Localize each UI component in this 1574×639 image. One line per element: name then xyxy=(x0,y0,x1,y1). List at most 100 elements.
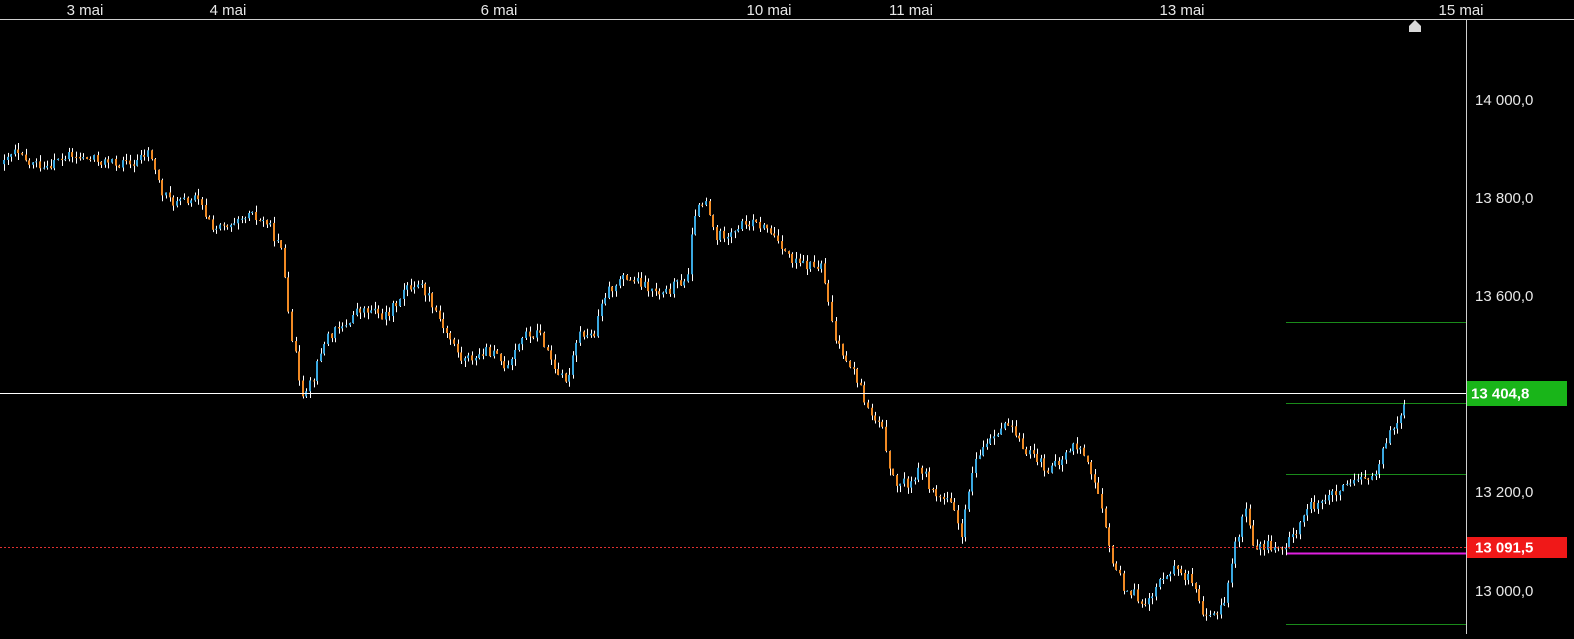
candle-body-373 xyxy=(1346,483,1348,485)
candlestick-chart[interactable]: 3 mai 4 mai 6 mai 10 mai 11 mai 13 mai 1… xyxy=(0,0,1574,634)
candle-body-69 xyxy=(251,211,253,214)
date-label-15-mai: 15 mai xyxy=(1438,2,1483,19)
candle-body-388 xyxy=(1400,415,1402,424)
candle-body-137 xyxy=(496,350,498,354)
candle-body-47 xyxy=(172,197,174,206)
candle-body-248 xyxy=(896,475,898,486)
candle-body-78 xyxy=(284,247,286,278)
candle-body-49 xyxy=(179,199,181,202)
candle-body-219 xyxy=(791,253,793,263)
candle-body-280 xyxy=(1011,425,1013,427)
candle-body-127 xyxy=(460,352,462,361)
candle-body-329 xyxy=(1187,573,1189,580)
candle-body-134 xyxy=(485,347,487,356)
candle-body-355 xyxy=(1281,548,1283,550)
candle-body-88 xyxy=(320,353,322,362)
candle-body-255 xyxy=(921,467,923,474)
candle-body-5 xyxy=(21,153,23,155)
candle-body-145 xyxy=(525,331,527,338)
candle-body-278 xyxy=(1004,423,1006,429)
candle-body-70 xyxy=(255,211,257,221)
date-label-11-mai: 11 mai xyxy=(889,2,933,19)
candle-body-311 xyxy=(1123,573,1125,591)
candle-body-185 xyxy=(669,288,671,294)
candle-body-299 xyxy=(1079,447,1081,450)
candle-body-156 xyxy=(565,373,567,382)
candle-body-265 xyxy=(957,510,959,524)
candle-body-196 xyxy=(709,201,711,216)
candle-body-372 xyxy=(1342,484,1344,491)
candle-body-15 xyxy=(57,158,59,161)
candle-body-330 xyxy=(1191,573,1193,584)
candle-body-326 xyxy=(1177,565,1179,570)
candle-body-86 xyxy=(313,380,315,382)
candle-body-203 xyxy=(734,231,736,233)
candle-body-336 xyxy=(1213,613,1215,616)
candle-body-53 xyxy=(194,195,196,201)
candle-body-298 xyxy=(1076,443,1078,450)
candle-body-85 xyxy=(309,380,311,392)
candle-body-254 xyxy=(917,467,919,480)
candle-body-101 xyxy=(367,308,369,313)
candle-body-245 xyxy=(885,426,887,451)
candle-body-7 xyxy=(28,160,30,165)
candle-body-51 xyxy=(187,197,189,204)
candle-body-170 xyxy=(615,285,617,292)
candle-body-385 xyxy=(1389,430,1391,444)
candle-body-212 xyxy=(766,224,768,229)
candle-body-152 xyxy=(550,350,552,360)
candle-body-40 xyxy=(147,150,149,157)
candle-body-148 xyxy=(536,330,538,338)
candle-body-164 xyxy=(593,333,595,337)
candle-body-4 xyxy=(17,149,19,154)
candle-body-128 xyxy=(464,358,466,361)
candle-body-30 xyxy=(111,158,113,163)
candle-body-74 xyxy=(269,222,271,225)
candle-body-306 xyxy=(1105,508,1107,528)
candle-body-11 xyxy=(43,167,45,169)
candle-body-229 xyxy=(827,283,829,302)
candle-body-174 xyxy=(629,279,631,281)
candle-body-233 xyxy=(842,343,844,356)
candle-body-183 xyxy=(662,292,664,295)
candle-body-293 xyxy=(1058,460,1060,466)
candle-body-309 xyxy=(1115,563,1117,570)
candle-body-187 xyxy=(676,280,678,282)
candle-body-66 xyxy=(241,218,243,220)
candle-body-318 xyxy=(1148,598,1150,605)
candle-body-384 xyxy=(1385,443,1387,449)
candle-body-73 xyxy=(266,219,268,225)
candle-body-263 xyxy=(950,498,952,503)
candle-body-307 xyxy=(1108,527,1110,546)
candle-body-155 xyxy=(561,373,563,375)
candle-body-222 xyxy=(802,260,804,264)
candle-body-26 xyxy=(97,155,99,162)
candle-body-91 xyxy=(331,333,333,339)
candle-body-18 xyxy=(68,152,70,160)
candle-body-308 xyxy=(1112,545,1114,564)
candle-body-286 xyxy=(1033,450,1035,454)
candle-body-147 xyxy=(532,336,534,338)
candle-body-184 xyxy=(665,288,667,293)
candle-body-216 xyxy=(781,241,783,249)
candle-body-338 xyxy=(1220,605,1222,615)
candle-body-32 xyxy=(118,165,120,168)
candle-body-82 xyxy=(298,351,300,381)
candle-body-339 xyxy=(1223,602,1225,606)
candle-body-168 xyxy=(608,286,610,298)
candle-body-322 xyxy=(1162,578,1164,580)
candle-body-102 xyxy=(370,310,372,313)
candle-body-157 xyxy=(568,374,570,382)
candle-body-365 xyxy=(1317,502,1319,509)
candle-body-114 xyxy=(413,287,415,290)
candle-body-46 xyxy=(169,192,171,198)
candle-body-256 xyxy=(925,471,927,474)
candle-body-317 xyxy=(1144,603,1146,605)
candle-body-247 xyxy=(892,468,894,476)
candle-body-366 xyxy=(1321,501,1323,503)
candle-body-35 xyxy=(129,160,131,165)
candle-body-89 xyxy=(323,344,325,354)
candle-body-271 xyxy=(979,455,981,459)
candle-body-358 xyxy=(1292,534,1294,538)
candle-body-136 xyxy=(493,350,495,357)
